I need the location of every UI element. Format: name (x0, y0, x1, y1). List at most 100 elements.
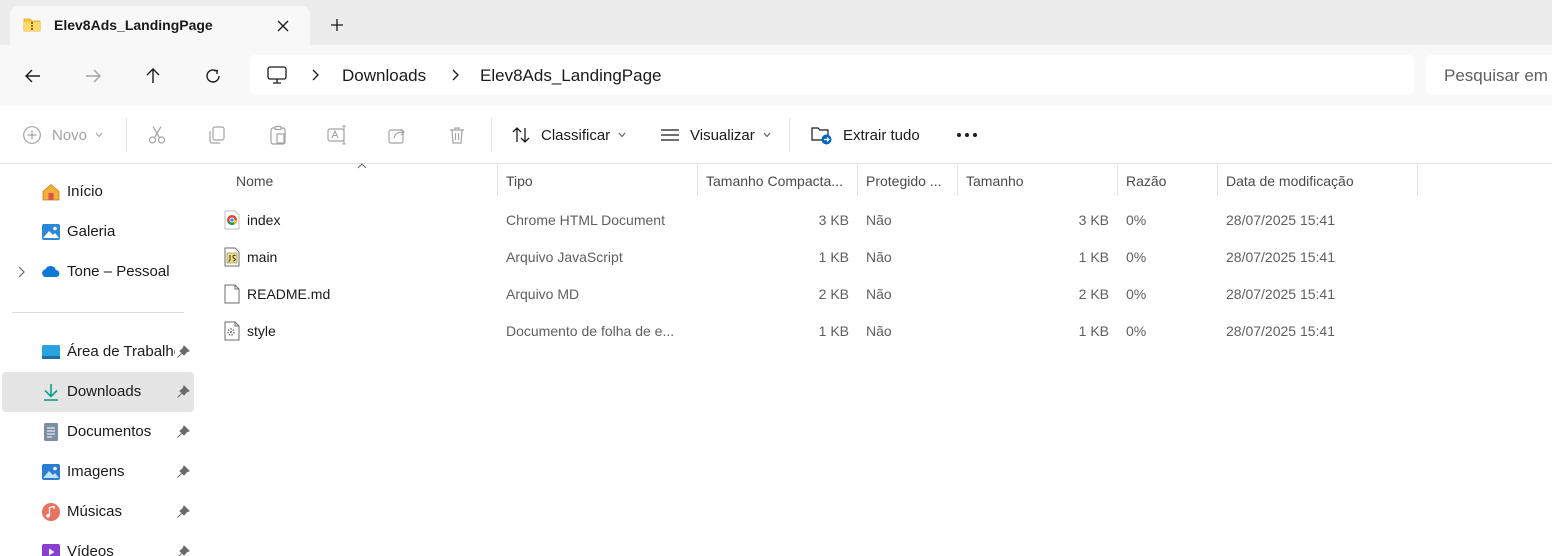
file-compressed-size: 2 KB (818, 286, 849, 302)
toolbar-divider (789, 118, 790, 152)
column-header-date-modified[interactable]: Data de modificação (1218, 164, 1418, 196)
chrome-html-icon (224, 210, 240, 230)
share-button[interactable] (387, 120, 407, 150)
sidebar-item-musicas[interactable]: Músicas (2, 492, 194, 532)
up-button[interactable] (139, 62, 167, 90)
computer-icon (267, 66, 287, 84)
pin-icon[interactable] (176, 385, 190, 399)
column-header-size[interactable]: Tamanho (958, 164, 1118, 196)
sidebar-item-desktop[interactable]: Área de Trabalho (2, 332, 194, 372)
pin-icon[interactable] (176, 545, 190, 556)
sidebar-item-label: Tone – Pessoal (67, 263, 170, 280)
sidebar-item-videos[interactable]: Vídeos (2, 532, 194, 556)
sidebar-item-downloads[interactable]: Downloads (2, 372, 194, 412)
toolbar-divider (126, 118, 127, 152)
gallery-icon (42, 224, 60, 240)
close-icon (277, 20, 289, 32)
rename-button[interactable] (327, 120, 349, 150)
file-name: main (247, 249, 278, 265)
search-input[interactable]: Pesquisar em Elev8Ads_LandingPage (1426, 55, 1552, 95)
column-header-ratio[interactable]: Razão (1118, 164, 1218, 196)
trash-icon (450, 127, 464, 144)
file-ratio: 0% (1126, 323, 1147, 339)
pictures-icon (42, 464, 60, 480)
close-tab-button[interactable] (272, 15, 294, 37)
table-row[interactable]: style Documento de folha de e... 1 KB Nã… (197, 313, 1552, 350)
view-button[interactable]: Visualizar (660, 120, 771, 150)
sidebar-item-documentos[interactable]: Documentos (2, 412, 194, 452)
home-icon (42, 183, 60, 201)
chevron-right-icon (452, 69, 459, 81)
pin-icon[interactable] (176, 425, 190, 439)
new-button-label: Novo (52, 126, 88, 144)
sidebar-item-onedrive[interactable]: Tone – Pessoal (2, 252, 194, 292)
sidebar-item-galeria[interactable]: Galeria (2, 212, 194, 252)
back-button[interactable] (19, 62, 47, 90)
clipboard-icon (270, 125, 286, 145)
arrow-right-icon (86, 69, 101, 83)
sidebar-item-label: Vídeos (67, 543, 114, 556)
copy-icon (209, 126, 225, 144)
view-list-icon (661, 129, 679, 141)
breadcrumb[interactable]: Downloads Elev8Ads_LandingPage (250, 55, 1414, 95)
forward-button[interactable] (79, 62, 107, 90)
new-button[interactable]: Novo (22, 120, 103, 150)
column-header-label: Data de modificação (1226, 173, 1354, 189)
table-row[interactable]: README.md Arquivo MD 2 KB Não 2 KB 0% 28… (197, 276, 1552, 313)
file-name: README.md (247, 286, 331, 302)
file-compressed-size: 1 KB (818, 249, 849, 265)
desktop-icon (42, 345, 60, 359)
refresh-button[interactable] (199, 62, 227, 90)
chevron-right-icon[interactable] (16, 265, 26, 279)
new-tab-button[interactable] (326, 14, 348, 36)
chevron-down-icon (95, 132, 103, 138)
javascript-file-icon (224, 247, 240, 267)
paste-button[interactable] (268, 120, 288, 150)
document-icon (44, 423, 58, 441)
column-header-label: Nome (236, 173, 274, 189)
sidebar-item-label: Início (67, 183, 103, 200)
refresh-icon (206, 69, 220, 83)
sidebar-item-inicio[interactable]: Início (2, 172, 194, 212)
file-size: 2 KB (1078, 286, 1109, 302)
more-options-button[interactable] (956, 120, 978, 150)
breadcrumb-current-folder[interactable]: Elev8Ads_LandingPage (480, 66, 661, 86)
sidebar-item-imagens[interactable]: Imagens (2, 452, 194, 492)
pin-icon[interactable] (176, 505, 190, 519)
file-size: 1 KB (1078, 323, 1109, 339)
command-bar: Novo Classificar Visualizar Extrair tudo (0, 106, 1552, 164)
file-compressed-size: 3 KB (818, 212, 849, 228)
video-icon (42, 544, 60, 556)
file-name: index (247, 212, 281, 228)
extract-all-label: Extrair tudo (843, 126, 920, 144)
column-header-type[interactable]: Tipo (498, 164, 698, 196)
breadcrumb-downloads[interactable]: Downloads (342, 66, 426, 86)
tab-title: Elev8Ads_LandingPage (54, 17, 213, 33)
copy-button[interactable] (207, 120, 227, 150)
column-header-protected[interactable]: Protegido ... (858, 164, 958, 196)
delete-button[interactable] (447, 120, 467, 150)
file-protected: Não (866, 286, 892, 302)
pin-icon[interactable] (176, 345, 190, 359)
sort-arrows-icon (512, 127, 530, 143)
rename-icon (327, 125, 346, 145)
css-file-icon (224, 321, 240, 341)
file-modified: 28/07/2025 15:41 (1226, 323, 1335, 339)
cut-button[interactable] (147, 120, 167, 150)
blank-file-icon (224, 284, 240, 304)
table-row[interactable]: main Arquivo JavaScript 1 KB Não 1 KB 0%… (197, 239, 1552, 276)
chevron-down-icon (763, 132, 771, 138)
column-header-label: Tamanho (966, 173, 1024, 189)
column-header-name[interactable]: Nome (228, 163, 498, 196)
sort-button[interactable]: Classificar (511, 120, 626, 150)
pin-icon[interactable] (176, 465, 190, 479)
file-type: Documento de folha de e... (506, 323, 675, 339)
tab-elev8ads[interactable]: Elev8Ads_LandingPage (10, 6, 310, 45)
file-type: Chrome HTML Document (506, 212, 665, 228)
table-row[interactable]: index Chrome HTML Document 3 KB Não 3 KB… (197, 202, 1552, 239)
file-compressed-size: 1 KB (818, 323, 849, 339)
file-modified: 28/07/2025 15:41 (1226, 212, 1335, 228)
extract-all-button[interactable]: Extrair tudo (811, 120, 920, 150)
column-header-compressed-size[interactable]: Tamanho Compacta... (698, 164, 858, 196)
file-ratio: 0% (1126, 286, 1147, 302)
